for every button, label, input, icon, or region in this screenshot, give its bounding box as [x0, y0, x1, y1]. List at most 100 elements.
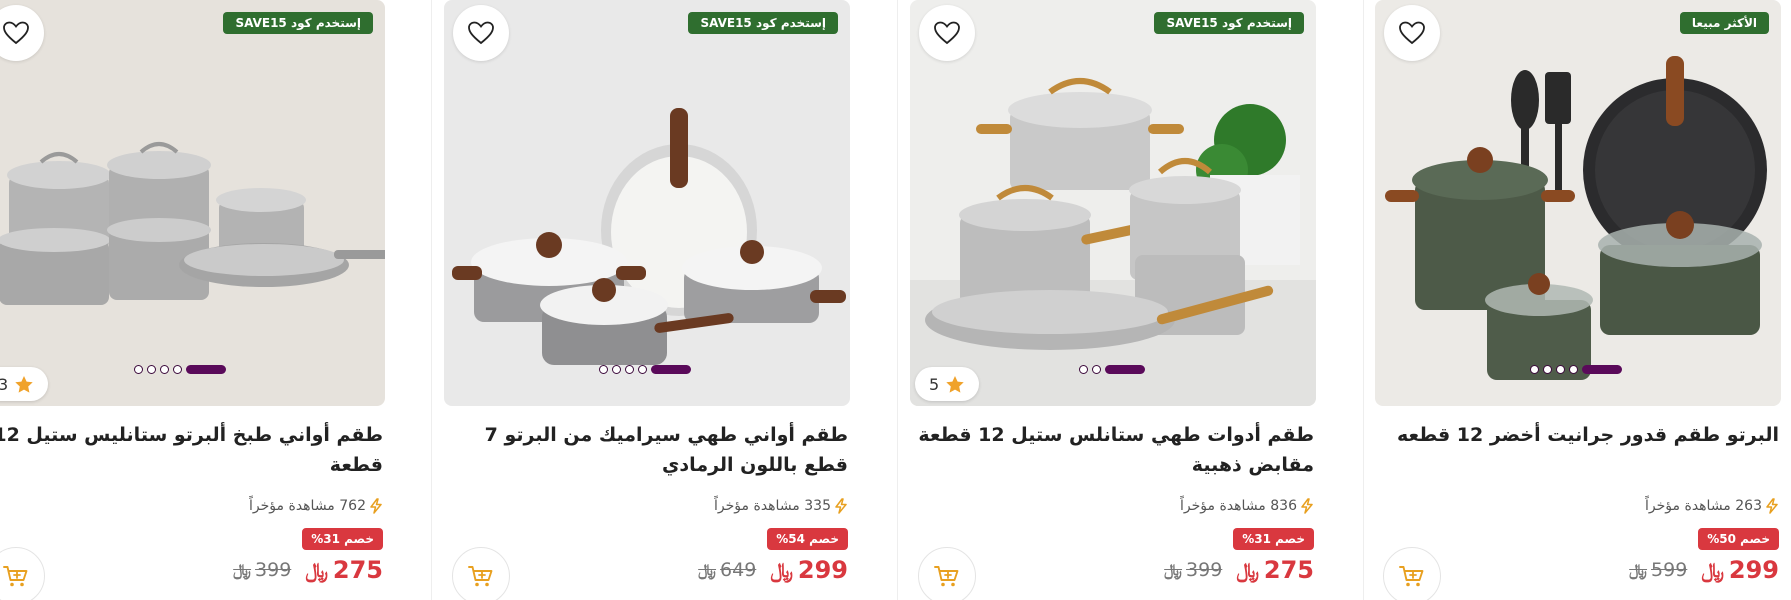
rating-pill: 5 [915, 367, 980, 401]
product-title[interactable]: طقم أواني طبخ ألبرتو ستانليس ستيل 12 قطع… [0, 420, 383, 480]
original-price-value: 399 [255, 559, 292, 581]
star-icon [946, 375, 964, 393]
pagination-dot[interactable] [638, 364, 647, 374]
rating-pill: 3 [0, 367, 49, 401]
image-pagination[interactable] [1079, 363, 1145, 375]
pagination-dot-active[interactable] [1582, 364, 1622, 374]
discount-badge: خصم 50% [1698, 528, 1779, 550]
pagination-dot[interactable] [1543, 364, 1552, 374]
pagination-dot-active[interactable] [651, 364, 691, 374]
pagination-dot[interactable] [625, 364, 634, 374]
promo-badge: إستخدم كود SAVE15 [1154, 12, 1304, 34]
lightning-icon [835, 498, 847, 514]
add-to-cart-button[interactable] [1383, 547, 1441, 600]
image-pagination[interactable] [599, 363, 691, 375]
add-to-cart-button[interactable] [918, 547, 976, 600]
promo-badge: إستخدم كود SAVE15 [688, 12, 838, 34]
product-card[interactable]: إستخدم كود SAVE15 5 طقم أدوات طهي ستانلس… [910, 0, 1316, 600]
star-icon [15, 375, 33, 393]
image-pagination[interactable] [1530, 363, 1622, 375]
product-image[interactable]: إستخدم كود SAVE15 3 [0, 0, 385, 406]
cookware-photo [0, 0, 385, 406]
product-title[interactable]: البرتو طقم قدور جرانيت أخضر 12 قطعه [1379, 420, 1779, 450]
pagination-dot[interactable] [599, 364, 608, 374]
recent-views: 836 مشاهدة مؤخراً [1180, 498, 1314, 514]
rating-value: 5 [929, 374, 940, 394]
heart-icon [934, 21, 960, 45]
original-price-value: 399 [1186, 559, 1223, 581]
pagination-dot-active[interactable] [186, 364, 226, 374]
price-row: 275 ﷼ 399 ﷼ [233, 556, 383, 584]
image-pagination[interactable] [134, 363, 226, 375]
pagination-dot[interactable] [1556, 364, 1565, 374]
pagination-dot-active[interactable] [1105, 364, 1145, 374]
current-price: 299 ﷼ [1701, 556, 1779, 584]
pagination-dot[interactable] [173, 364, 182, 374]
promo-badge: الأكثر مبيعا [1679, 12, 1769, 34]
product-carousel: الأكثر مبيعا البرتو طقم قدور جرانيت أخضر… [0, 0, 1791, 600]
heart-icon [468, 21, 494, 45]
cookware-photo [910, 0, 1316, 406]
lightning-icon [370, 498, 382, 514]
favorite-button[interactable] [919, 5, 975, 61]
recent-views: 762 مشاهدة مؤخراً [249, 498, 383, 514]
original-price: 399 ﷼ [233, 559, 291, 581]
favorite-button[interactable] [453, 5, 509, 61]
pagination-dot[interactable] [1092, 364, 1101, 374]
recent-views: 263 مشاهدة مؤخراً [1645, 498, 1779, 514]
currency-symbol: ﷼ [770, 557, 793, 582]
lightning-icon [1301, 498, 1313, 514]
product-card[interactable]: الأكثر مبيعا البرتو طقم قدور جرانيت أخضر… [1375, 0, 1781, 600]
recent-views-text: 836 مشاهدة مؤخراً [1180, 498, 1297, 514]
currency-symbol: ﷼ [698, 560, 717, 579]
recent-views: 335 مشاهدة مؤخراً [714, 498, 848, 514]
product-image[interactable]: الأكثر مبيعا [1375, 0, 1781, 406]
product-title[interactable]: طقم أواني طهي سيراميك من البرتو 7 قطع با… [448, 420, 848, 480]
product-card[interactable]: إستخدم كود SAVE15 3 طقم أواني طبخ ألبرتو… [0, 0, 385, 600]
current-price-value: 275 [332, 556, 383, 584]
currency-symbol: ﷼ [1629, 560, 1648, 579]
pagination-dot[interactable] [1569, 364, 1578, 374]
product-title[interactable]: طقم أدوات طهي ستانلس ستيل 12 قطعة مقابض … [914, 420, 1314, 480]
original-price-value: 599 [1651, 559, 1688, 581]
discount-badge: خصم 54% [767, 528, 848, 550]
card-divider [431, 0, 432, 600]
pagination-dot[interactable] [134, 364, 143, 374]
pagination-dot[interactable] [612, 364, 621, 374]
price-row: 299 ﷼ 649 ﷼ [698, 556, 848, 584]
original-price: 399 ﷼ [1164, 559, 1222, 581]
original-price: 599 ﷼ [1629, 559, 1687, 581]
current-price-value: 299 [1728, 556, 1779, 584]
add-to-cart-icon [934, 566, 959, 587]
add-to-cart-button[interactable] [0, 547, 45, 600]
currency-symbol: ﷼ [1236, 557, 1259, 582]
currency-symbol: ﷼ [233, 560, 252, 579]
favorite-button[interactable] [1384, 5, 1440, 61]
rating-value: 3 [0, 374, 9, 394]
add-to-cart-icon [3, 566, 28, 587]
price-row: 275 ﷼ 399 ﷼ [1164, 556, 1314, 584]
current-price: 299 ﷼ [770, 556, 848, 584]
currency-symbol: ﷼ [1164, 560, 1183, 579]
cookware-photo [444, 0, 850, 406]
current-price: 275 ﷼ [305, 556, 383, 584]
product-card[interactable]: إستخدم كود SAVE15 طقم أواني طهي سيراميك … [444, 0, 850, 600]
current-price-value: 275 [1263, 556, 1314, 584]
add-to-cart-icon [1399, 566, 1424, 587]
add-to-cart-button[interactable] [452, 547, 510, 600]
add-to-cart-icon [468, 566, 493, 587]
pagination-dot[interactable] [1079, 364, 1088, 374]
heart-icon [3, 21, 29, 45]
lightning-icon [1766, 498, 1778, 514]
pagination-dot[interactable] [1530, 364, 1539, 374]
price-row: 299 ﷼ 599 ﷼ [1629, 556, 1779, 584]
current-price: 275 ﷼ [1236, 556, 1314, 584]
pagination-dot[interactable] [147, 364, 156, 374]
currency-symbol: ﷼ [305, 557, 328, 582]
pagination-dot[interactable] [160, 364, 169, 374]
current-price-value: 299 [797, 556, 848, 584]
recent-views-text: 263 مشاهدة مؤخراً [1645, 498, 1762, 514]
original-price-value: 649 [720, 559, 757, 581]
product-image[interactable]: إستخدم كود SAVE15 [444, 0, 850, 406]
product-image[interactable]: إستخدم كود SAVE15 5 [910, 0, 1316, 406]
